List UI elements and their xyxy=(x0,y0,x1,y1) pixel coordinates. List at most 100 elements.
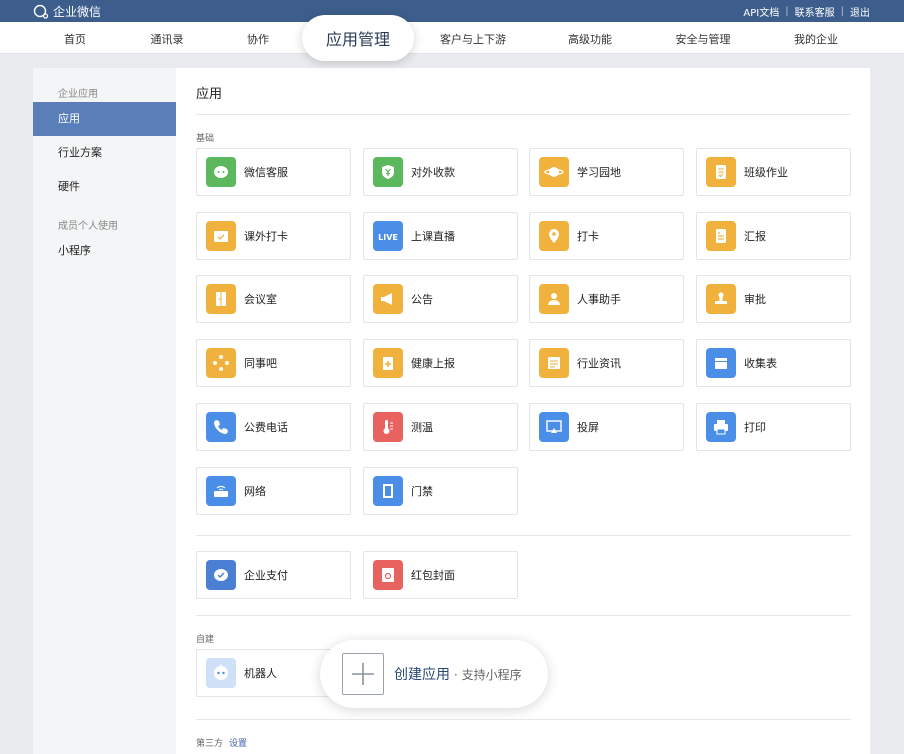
nav-security[interactable]: 安全与管理 xyxy=(676,31,731,47)
app-card[interactable]: 审批 xyxy=(696,275,851,324)
section-third-party-label: 第三方 设置 xyxy=(196,736,247,749)
section-basic-label: 基础 xyxy=(196,134,215,144)
app-card[interactable]: 测温 xyxy=(363,402,518,451)
app-card-label: 门禁 xyxy=(411,484,433,498)
network-nodes-icon xyxy=(206,348,236,379)
app-card[interactable]: 打印 xyxy=(696,402,851,451)
app-card-label: 机器人 xyxy=(244,667,277,680)
app-card[interactable]: 公费电话 xyxy=(196,402,351,451)
app-card[interactable]: 课外打卡 xyxy=(196,211,351,260)
app-card-label: 投屏 xyxy=(577,420,599,434)
nav-customers-partners[interactable]: 客户与上下游 xyxy=(440,31,506,47)
api-docs-link[interactable]: API文档 xyxy=(743,4,779,19)
app-card[interactable]: 红包封面 xyxy=(363,551,518,599)
app-card-label: 课外打卡 xyxy=(244,229,288,243)
app-card-label: 学习园地 xyxy=(577,166,621,179)
app-card-label: 微信客服 xyxy=(244,166,288,179)
phone-icon xyxy=(206,411,236,442)
brand-name: 企业微信 xyxy=(53,4,102,19)
printer-icon xyxy=(706,411,736,442)
location-pin-icon xyxy=(539,220,569,251)
nav-contacts[interactable]: 通讯录 xyxy=(151,31,184,47)
app-card[interactable]: 投屏 xyxy=(529,402,684,451)
nav-advanced[interactable]: 高级功能 xyxy=(568,31,612,47)
collect-box-icon xyxy=(706,348,736,379)
app-card[interactable]: 行业资讯 xyxy=(529,339,684,388)
sidebar-group-personal: 成员个人使用 xyxy=(58,221,118,232)
nav-collaboration[interactable]: 协作 xyxy=(247,31,269,47)
app-card[interactable]: 学习园地 xyxy=(529,148,684,196)
app-card[interactable]: 打卡 xyxy=(529,211,684,260)
app-card[interactable]: 网络 xyxy=(196,466,351,515)
app-card-label: 同事吧 xyxy=(244,357,277,371)
thermometer-icon xyxy=(373,411,403,442)
app-card-label: 红包封面 xyxy=(411,569,455,582)
sidebar-item-hardware[interactable]: 硬件 xyxy=(33,170,176,204)
page-title: 应用 xyxy=(196,87,223,102)
red-envelope-icon xyxy=(373,560,403,590)
logout-link[interactable]: 退出 xyxy=(850,4,870,19)
app-card-label: 网络 xyxy=(244,484,266,498)
create-app-sublabel: · 支持小程序 xyxy=(454,667,522,682)
app-card-label: 班级作业 xyxy=(744,166,788,179)
nav-home[interactable]: 首页 xyxy=(64,31,86,47)
app-card[interactable]: 同事吧 xyxy=(196,339,351,388)
report-icon xyxy=(706,220,736,251)
top-bar: 企业微信 API文档 | 联系客服 | 退出 xyxy=(0,0,904,22)
door-icon xyxy=(206,284,236,315)
wechat-service-icon xyxy=(206,157,236,187)
app-card[interactable]: 会议室 xyxy=(196,275,351,324)
brand-logo[interactable]: 企业微信 xyxy=(33,3,101,19)
app-card[interactable]: 门禁 xyxy=(363,466,518,515)
main-nav: 首页 通讯录 协作 客户与上下游 高级功能 安全与管理 我的企业 xyxy=(0,22,904,54)
svg-text:LIVE: LIVE xyxy=(378,233,398,242)
homework-icon xyxy=(706,157,736,187)
wework-logo-icon xyxy=(33,4,49,19)
planet-icon xyxy=(539,157,569,187)
checkin-calendar-icon xyxy=(206,220,236,251)
app-card[interactable]: 对外收款 xyxy=(363,148,518,196)
sidebar-group-enterprise: 企业应用 xyxy=(58,89,98,100)
divider xyxy=(196,535,851,536)
app-card-label: 健康上报 xyxy=(411,357,455,371)
app-card-label: 打卡 xyxy=(577,229,599,243)
app-card[interactable]: 汇报 xyxy=(696,211,851,260)
person-icon xyxy=(539,284,569,315)
app-card[interactable]: 人事助手 xyxy=(529,275,684,324)
third-party-label: 第三方 xyxy=(196,739,224,749)
section-self-label: 自建 xyxy=(196,635,215,645)
nav-app-management-active[interactable]: 应用管理 xyxy=(302,15,414,61)
nav-my-company[interactable]: 我的企业 xyxy=(794,31,838,47)
app-card-label: 行业资讯 xyxy=(577,357,621,371)
divider xyxy=(196,114,851,115)
third-party-settings-link[interactable]: 设置 xyxy=(229,739,247,749)
plus-icon xyxy=(342,653,384,695)
app-card[interactable]: 公告 xyxy=(363,275,518,324)
app-card[interactable]: LIVE 上课直播 xyxy=(363,211,518,260)
app-card[interactable]: 微信客服 xyxy=(196,148,351,196)
app-card[interactable]: 健康上报 xyxy=(363,339,518,388)
app-card[interactable]: 企业支付 xyxy=(196,551,351,599)
divider xyxy=(196,615,851,616)
app-card-label: 企业支付 xyxy=(244,569,288,582)
app-card[interactable]: 收集表 xyxy=(696,339,851,388)
sidebar-item-miniprogram[interactable]: 小程序 xyxy=(33,234,176,268)
sidebar-item-industry[interactable]: 行业方案 xyxy=(33,136,176,170)
contact-support-link[interactable]: 联系客服 xyxy=(795,4,835,19)
sidebar-item-apps[interactable]: 应用 xyxy=(33,102,176,136)
enterprise-pay-icon xyxy=(206,560,236,590)
app-card-label: 上课直播 xyxy=(411,229,455,243)
app-card-label: 汇报 xyxy=(744,229,766,243)
megaphone-icon xyxy=(373,284,403,315)
router-icon xyxy=(206,475,236,506)
health-report-icon xyxy=(373,348,403,379)
app-card-label: 对外收款 xyxy=(411,166,455,179)
live-icon: LIVE xyxy=(373,220,403,251)
app-card-label: 测温 xyxy=(411,420,433,434)
robot-icon xyxy=(206,658,236,688)
create-app-label: 创建应用 xyxy=(394,667,450,683)
app-card-label: 审批 xyxy=(744,293,766,307)
stamp-icon xyxy=(706,284,736,315)
app-card[interactable]: 班级作业 xyxy=(696,148,851,196)
create-app-button[interactable]: 创建应用 · 支持小程序 xyxy=(320,640,548,708)
